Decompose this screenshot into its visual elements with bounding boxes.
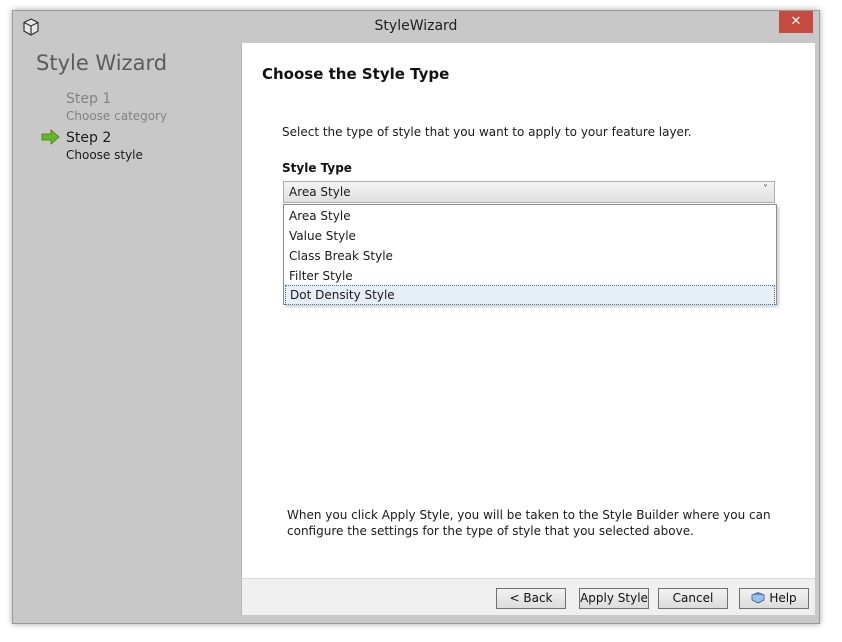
chevron-down-icon[interactable]: ˅ — [763, 184, 768, 195]
option-area-style[interactable]: Area Style — [285, 206, 775, 226]
title-bar: StyleWizard ✕ — [13, 11, 819, 43]
current-step-arrow-icon — [41, 129, 60, 145]
style-type-dropdown-list: Area Style Value Style Class Break Style… — [283, 204, 777, 305]
footer-info-text: When you click Apply Style, you will be … — [287, 508, 771, 538]
step-name: Step 1 — [66, 91, 112, 107]
option-value-style[interactable]: Value Style — [285, 226, 775, 246]
help-button[interactable]: Help — [739, 588, 809, 609]
cancel-button[interactable]: Cancel — [658, 588, 728, 609]
help-button-label: Help — [769, 591, 797, 605]
page-title: Choose the Style Type — [262, 65, 450, 83]
wizard-content: Choose the Style Type Select the type of… — [241, 43, 815, 578]
combo-selected-value: Area Style — [289, 185, 351, 199]
option-dot-density-style[interactable]: Dot Density Style — [285, 285, 775, 305]
step-name: Step 2 — [66, 130, 112, 146]
window-title: StyleWizard — [374, 18, 458, 34]
close-button[interactable]: ✕ — [779, 11, 813, 33]
button-bar: < Back Apply Style Cancel Help — [241, 578, 815, 615]
sidebar-title: Style Wizard — [36, 51, 168, 75]
apply-style-button[interactable]: Apply Style — [579, 588, 649, 609]
instructions-text: Select the type of style that you want t… — [282, 125, 692, 139]
style-type-label: Style Type — [282, 161, 352, 175]
style-type-combobox[interactable]: Area Style ˅ — [283, 181, 775, 203]
step-1: Step 1 Choose category — [66, 91, 167, 123]
help-book-icon — [751, 592, 766, 604]
step-2: Step 2 Choose style — [66, 130, 143, 162]
wizard-sidebar: Style Wizard Step 1 Choose category Step… — [23, 43, 241, 615]
step-desc: Choose category — [66, 109, 168, 123]
style-wizard-window: StyleWizard ✕ Style Wizard Step 1 Choose… — [12, 10, 820, 624]
option-class-break-style[interactable]: Class Break Style — [285, 246, 775, 266]
step-desc: Choose style — [66, 148, 143, 162]
option-filter-style[interactable]: Filter Style — [285, 266, 775, 286]
back-button[interactable]: < Back — [496, 588, 566, 609]
